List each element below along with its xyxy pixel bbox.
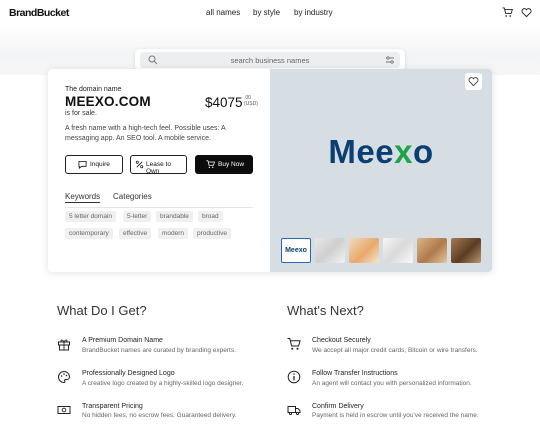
buy-now-label: Buy Now xyxy=(218,161,245,168)
delivery-truck-icon xyxy=(287,406,301,416)
search-icon[interactable] xyxy=(148,55,158,65)
lease-to-own-button[interactable]: Lease to Own xyxy=(130,155,187,175)
search-placeholder: search business names xyxy=(230,56,310,65)
keyword-chip[interactable]: broad xyxy=(198,211,223,222)
thumbnail-mockup[interactable] xyxy=(349,238,379,263)
keyword-chip[interactable]: 5-letter xyxy=(123,211,152,222)
keyword-chip[interactable]: brandable xyxy=(156,211,193,222)
thumbnail-mockup[interactable] xyxy=(417,238,447,263)
step-title: Checkout Securely xyxy=(312,337,371,344)
top-header: BrandBucket all names by style by indust… xyxy=(0,0,540,26)
gift-icon xyxy=(58,339,70,351)
cart-icon xyxy=(206,160,215,169)
benefit-title: A Premium Domain Name xyxy=(82,337,163,344)
search-input[interactable]: search business names xyxy=(140,52,400,68)
price: $4075 xyxy=(205,95,243,110)
meexo-logo: Meexo xyxy=(328,133,434,170)
heart-icon[interactable] xyxy=(521,7,532,18)
inquire-label: Inquire xyxy=(90,161,110,168)
nav-by-style[interactable]: by style xyxy=(253,8,280,17)
step-sub: We accept all major credit cards, Bitcoi… xyxy=(312,347,478,354)
percent-icon xyxy=(135,160,144,169)
price-cents: .00 (USD) xyxy=(244,95,258,107)
domain-name: MEEXO.COM xyxy=(65,94,151,109)
step-title: Follow Transfer Instructions xyxy=(312,370,398,377)
benefit-sub: A creative logo created by a highly-skil… xyxy=(82,380,244,387)
thumbnail-mockup[interactable] xyxy=(383,238,413,263)
keyword-chip[interactable]: effective xyxy=(119,228,152,239)
favorite-button[interactable] xyxy=(465,73,482,90)
heart-icon xyxy=(468,77,479,87)
chat-icon xyxy=(78,160,87,169)
step-sub: An agent will contact you with personali… xyxy=(312,380,472,387)
palette-icon xyxy=(58,370,71,384)
keyword-chip[interactable]: 5 letter domain xyxy=(65,211,116,222)
for-sale-text: is for sale. xyxy=(65,110,97,117)
inquire-button[interactable]: Inquire xyxy=(65,155,123,174)
cart-icon[interactable] xyxy=(502,7,513,18)
tab-keywords[interactable]: Keywords xyxy=(65,192,100,201)
keyword-chip[interactable]: contemporary xyxy=(65,228,113,239)
money-icon xyxy=(57,406,71,414)
search-band: search business names xyxy=(0,25,540,75)
cart-icon xyxy=(287,338,301,350)
domain-label: The domain name xyxy=(65,86,122,93)
benefit-sub: BrandBucket names are curated by brandin… xyxy=(82,347,236,354)
step-title: Confirm Delivery xyxy=(312,403,364,410)
info-icon xyxy=(287,370,301,384)
filter-icon[interactable] xyxy=(385,55,395,65)
search-bar[interactable]: search business names xyxy=(135,49,405,71)
lease-label: Lease to Own xyxy=(146,161,171,175)
domain-card: The domain name MEEXO.COM is for sale. $… xyxy=(48,69,492,272)
domain-description: A fresh name with a high-tech feel. Poss… xyxy=(65,125,226,142)
domain-details: The domain name MEEXO.COM is for sale. $… xyxy=(48,69,270,272)
what-do-i-get-title: What Do I Get? xyxy=(57,303,147,318)
brandbucket-logo[interactable]: BrandBucket xyxy=(9,7,69,19)
nav-by-industry[interactable]: by industry xyxy=(294,8,333,17)
thumbnail-logo[interactable]: Meexo xyxy=(281,238,311,263)
benefit-title: Professionally Designed Logo xyxy=(82,370,175,377)
tab-divider xyxy=(65,207,253,208)
benefit-title: Transparent Pricing xyxy=(82,403,143,410)
benefit-sub: No hidden fees, no escrow fees. Guarante… xyxy=(82,412,237,419)
nav-all-names[interactable]: all names xyxy=(206,8,240,17)
thumbnail-mockup[interactable] xyxy=(315,238,345,263)
logo-preview: Meexo Meexo xyxy=(270,69,492,272)
tab-categories[interactable]: Categories xyxy=(113,192,152,201)
step-sub: Payment is held in escrow until you've r… xyxy=(312,412,479,419)
buy-now-button[interactable]: Buy Now xyxy=(195,155,253,174)
keyword-chip[interactable]: productive xyxy=(193,228,231,239)
keyword-chip[interactable]: modern xyxy=(158,228,189,239)
thumbnail-mockup[interactable] xyxy=(451,238,481,263)
whats-next-title: What's Next? xyxy=(287,303,364,318)
